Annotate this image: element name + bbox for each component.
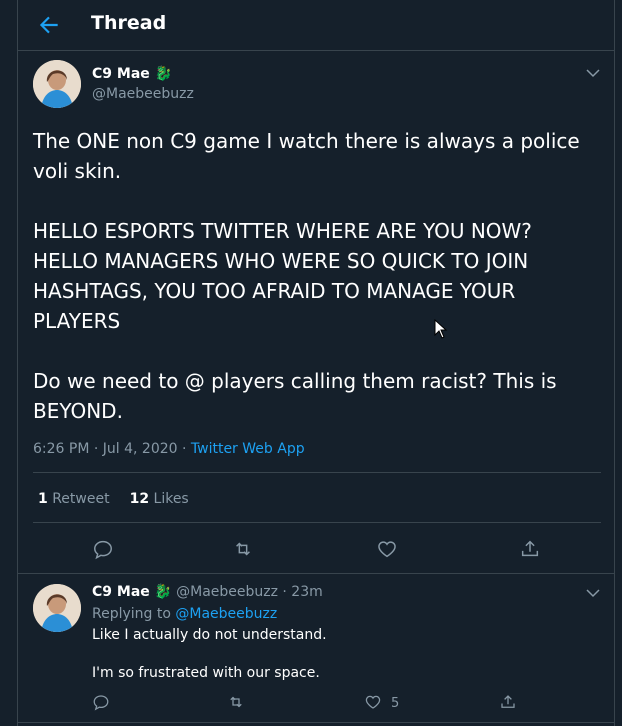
- retweet-icon[interactable]: [232, 538, 254, 560]
- like-icon[interactable]: [364, 693, 382, 711]
- divider: [18, 722, 614, 723]
- reply-likes-count: 5: [391, 696, 400, 711]
- reply-icon[interactable]: [92, 538, 114, 560]
- avatar[interactable]: [33, 584, 81, 632]
- tweet-timestamp: 6:26 PM · Jul 4, 2020 · Twitter Web App: [33, 441, 305, 457]
- likes-stat[interactable]: 12 Likes: [130, 491, 189, 507]
- reply-author-name[interactable]: C9 Mae: [92, 584, 150, 600]
- dragon-emoji-icon: 🐉: [154, 66, 173, 82]
- chevron-down-icon[interactable]: [584, 64, 602, 82]
- share-icon[interactable]: [519, 538, 541, 560]
- divider: [33, 522, 601, 523]
- divider: [18, 573, 614, 574]
- retweet-icon[interactable]: [227, 693, 245, 711]
- back-arrow-icon[interactable]: [36, 12, 62, 38]
- avatar[interactable]: [33, 60, 81, 108]
- page-title: Thread: [91, 12, 167, 34]
- thread-header: Thread: [18, 0, 614, 51]
- replying-to: Replying to @Maebeebuzz: [92, 606, 278, 622]
- author-handle[interactable]: @Maebeebuzz: [92, 86, 194, 102]
- replying-to-link[interactable]: @Maebeebuzz: [175, 606, 277, 622]
- reply-text: Like I actually do not understand. I'm s…: [92, 627, 327, 681]
- tweet-stats: 1 Retweet 12 Likes: [38, 491, 189, 507]
- dragon-emoji-icon: 🐉: [154, 584, 172, 600]
- share-icon[interactable]: [499, 693, 517, 711]
- source-link[interactable]: Twitter Web App: [191, 441, 305, 457]
- tweet-text: The ONE non C9 game I watch there is alw…: [33, 129, 580, 423]
- thread-panel: Thread C9 Mae 🐉 @Maebeebuzz The ONE non …: [17, 0, 615, 726]
- reply-handle-time[interactable]: @Maebeebuzz · 23m: [176, 584, 323, 600]
- author-name[interactable]: C9 Mae 🐉: [92, 66, 172, 82]
- timestamp-link[interactable]: 6:26 PM · Jul 4, 2020 ·: [33, 441, 191, 457]
- divider: [33, 472, 601, 473]
- retweets-stat[interactable]: 1 Retweet: [38, 491, 110, 507]
- chevron-down-icon[interactable]: [584, 584, 602, 602]
- mouse-cursor-icon: [434, 318, 448, 339]
- like-icon[interactable]: [376, 538, 398, 560]
- reply-header: C9 Mae 🐉 @Maebeebuzz · 23m: [92, 584, 323, 600]
- reply-icon[interactable]: [92, 693, 110, 711]
